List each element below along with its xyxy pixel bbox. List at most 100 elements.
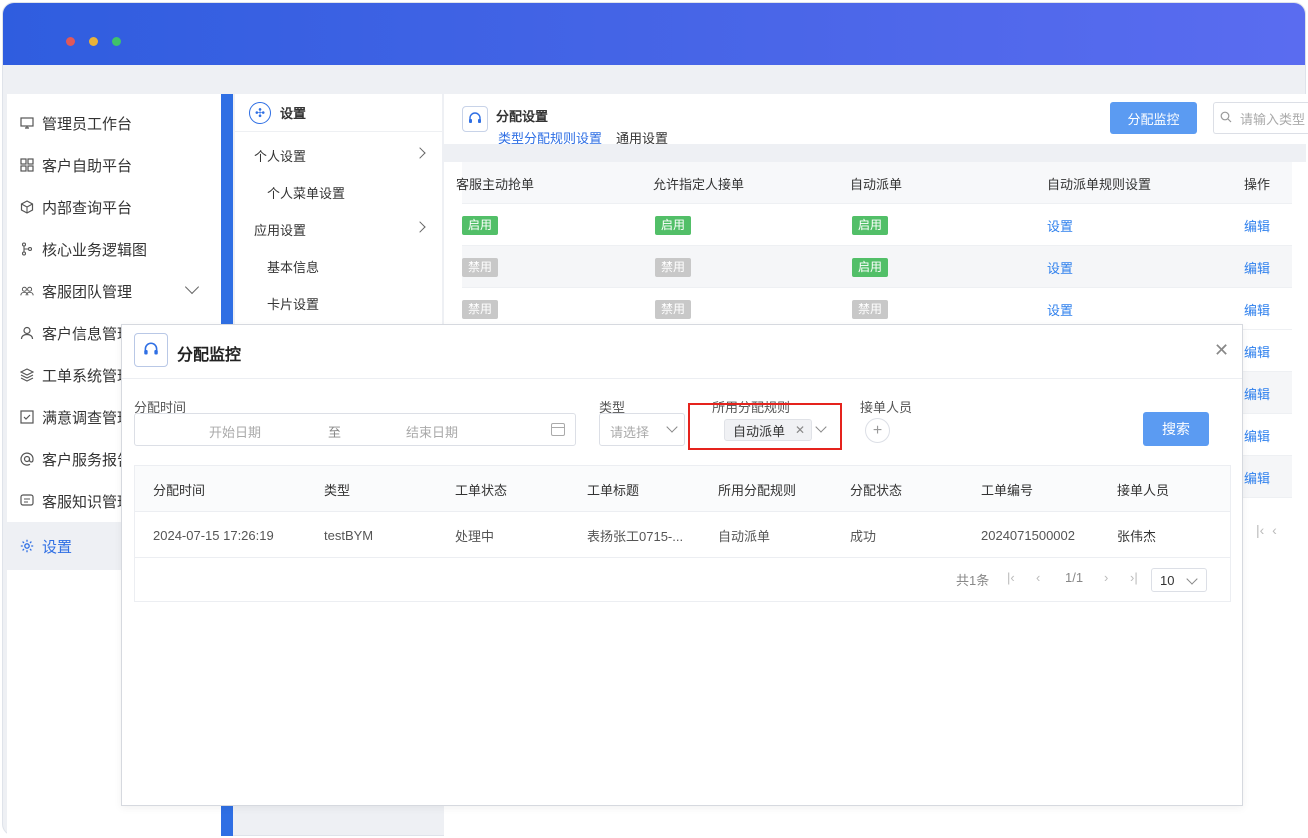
type-select-placeholder: 请选择: [610, 425, 650, 440]
status-badge: 禁用: [655, 257, 692, 277]
settings-item-label: 应用设置: [254, 223, 307, 238]
add-assignee-button[interactable]: +: [865, 418, 890, 443]
pagination-page: 1/1: [1065, 570, 1084, 585]
start-date-placeholder: 开始日期: [209, 425, 262, 440]
settings-item-basic-info[interactable]: 基本信息: [235, 257, 442, 276]
headset-icon: [134, 333, 168, 367]
dialog-title: 分配监控: [177, 347, 242, 364]
edit-link[interactable]: 编辑: [1244, 258, 1270, 277]
allocation-monitor-button[interactable]: 分配监控: [1110, 102, 1197, 134]
nav-item-core-logic[interactable]: 核心业务逻辑图: [7, 228, 221, 270]
column-header: 自动派单: [850, 176, 903, 192]
settings-panel: ✣ 设置 个人设置 个人菜单设置 应用设置 基本信息 卡片设置: [235, 94, 442, 324]
pagination-first-icon[interactable]: |‹ ‹: [1256, 522, 1277, 538]
table-header-row: 客服主动抢单 允许指定人接单 自动派单 自动派单规则设置 操作: [456, 162, 1292, 204]
edit-link[interactable]: 编辑: [1244, 342, 1270, 361]
last-page-icon[interactable]: ›|: [1130, 570, 1138, 585]
settings-panel-title: 设置: [280, 106, 307, 121]
column-header: 分配状态: [850, 482, 903, 498]
column-header: 工单状态: [455, 482, 508, 498]
user-icon: [20, 326, 34, 340]
status-badge: 启用: [852, 257, 889, 277]
cell-assign-status: 成功: [850, 528, 877, 544]
settings-item-personal-menu[interactable]: 个人菜单设置: [235, 183, 442, 202]
settings-fan-icon: ✣: [249, 101, 271, 124]
close-icon[interactable]: ✕: [1214, 341, 1229, 359]
column-header: 自动派单规则设置: [1047, 176, 1152, 192]
first-page-icon[interactable]: |‹: [1007, 570, 1015, 585]
headset-icon: [462, 106, 488, 132]
gear-icon: [20, 539, 34, 553]
maximize-window-dot[interactable]: [112, 37, 121, 46]
rule-settings-link[interactable]: 设置: [1047, 258, 1073, 277]
edit-link[interactable]: 编辑: [1244, 468, 1270, 487]
nav-item-customer-self-service[interactable]: 客户自助平台: [7, 144, 221, 186]
allocation-monitor-dialog: 分配监控 ✕ 分配时间 开始日期 至 结束日期 类型 请选择 所用分配规则 自动…: [121, 324, 1243, 806]
nav-item-label: 客户信息管理: [42, 325, 133, 343]
chevron-down-icon: [666, 421, 678, 433]
settings-item-personal[interactable]: 个人设置: [235, 146, 442, 165]
prev-page-icon[interactable]: ‹: [1036, 570, 1040, 585]
nav-item-label: 客服知识管理: [42, 493, 133, 511]
type-search-input[interactable]: 请输入类型: [1213, 102, 1308, 134]
table-row[interactable]: 2024-07-15 17:26:19 testBYM 处理中 表扬张工0715…: [135, 512, 1230, 558]
column-header: 类型: [324, 482, 351, 498]
nav-item-label: 核心业务逻辑图: [42, 241, 148, 259]
range-separator: 至: [328, 425, 342, 440]
nav-item-admin-workbench[interactable]: 管理员工作台: [7, 102, 221, 144]
settings-item-application[interactable]: 应用设置: [235, 220, 442, 239]
pagination-total: 共1条: [956, 573, 990, 588]
cell-ticket-status: 处理中: [455, 528, 495, 544]
edit-link[interactable]: 编辑: [1244, 384, 1270, 403]
next-page-icon[interactable]: ›: [1104, 570, 1108, 585]
type-select[interactable]: 请选择: [599, 413, 685, 446]
page-size-select[interactable]: 10: [1151, 568, 1207, 592]
nav-item-label: 设置: [42, 538, 73, 556]
minimize-window-dot[interactable]: [89, 37, 98, 46]
table-row: 禁用 禁用 启用 设置 编辑: [462, 246, 1292, 288]
nav-item-label: 内部查询平台: [42, 199, 133, 217]
close-window-dot[interactable]: [66, 37, 75, 46]
status-badge: 禁用: [655, 299, 692, 319]
nav-item-internal-query[interactable]: 内部查询平台: [7, 186, 221, 228]
chevron-down-icon[interactable]: [184, 279, 200, 295]
cell-type: testBYM: [324, 527, 374, 543]
column-header: 工单编号: [981, 482, 1034, 498]
edit-link[interactable]: 编辑: [1244, 216, 1270, 235]
nav-item-label: 客户自助平台: [42, 157, 133, 175]
column-header: 允许指定人接单: [653, 176, 745, 192]
search-button[interactable]: 搜索: [1143, 412, 1209, 446]
edit-link[interactable]: 编辑: [1244, 300, 1270, 319]
rule-settings-link[interactable]: 设置: [1047, 300, 1073, 319]
cell-rule: 自动派单: [718, 528, 771, 544]
status-badge: 启用: [462, 215, 499, 235]
cell-assign-time: 2024-07-15 17:26:19: [153, 527, 274, 543]
section-divider: [444, 144, 1306, 162]
status-badge: 启用: [655, 215, 692, 235]
nav-item-label: 工单系统管理: [42, 367, 133, 385]
highlight-box: [688, 403, 842, 450]
team-icon: [20, 284, 34, 298]
settings-item-label: 个人菜单设置: [267, 186, 346, 201]
edit-link[interactable]: 编辑: [1244, 426, 1270, 445]
checkbox-icon: [20, 410, 34, 424]
cell-ticket-number: 2024071500002: [981, 527, 1075, 543]
chat-icon: [20, 494, 34, 508]
monitor-table: 分配时间 类型 工单状态 工单标题 所用分配规则 分配状态 工单编号 接单人员 …: [134, 465, 1231, 602]
settings-item-card[interactable]: 卡片设置: [235, 294, 442, 313]
rule-settings-link[interactable]: 设置: [1047, 216, 1073, 235]
chevron-down-icon: [1186, 573, 1198, 585]
column-header: 工单标题: [587, 482, 640, 498]
grid-icon: [20, 158, 34, 172]
status-badge: 禁用: [462, 257, 499, 277]
nav-item-label: 客服团队管理: [42, 283, 133, 301]
column-header: 所用分配规则: [718, 482, 797, 498]
branch-icon: [20, 242, 34, 256]
column-header: 分配时间: [153, 482, 206, 498]
chevron-right-icon: [414, 147, 426, 159]
date-range-input[interactable]: 开始日期 至 结束日期: [134, 413, 576, 446]
layers-icon: [20, 368, 34, 382]
nav-item-team-management[interactable]: 客服团队管理: [7, 270, 221, 312]
search-placeholder: 请输入类型: [1240, 111, 1306, 127]
dialog-divider: [122, 378, 1242, 379]
